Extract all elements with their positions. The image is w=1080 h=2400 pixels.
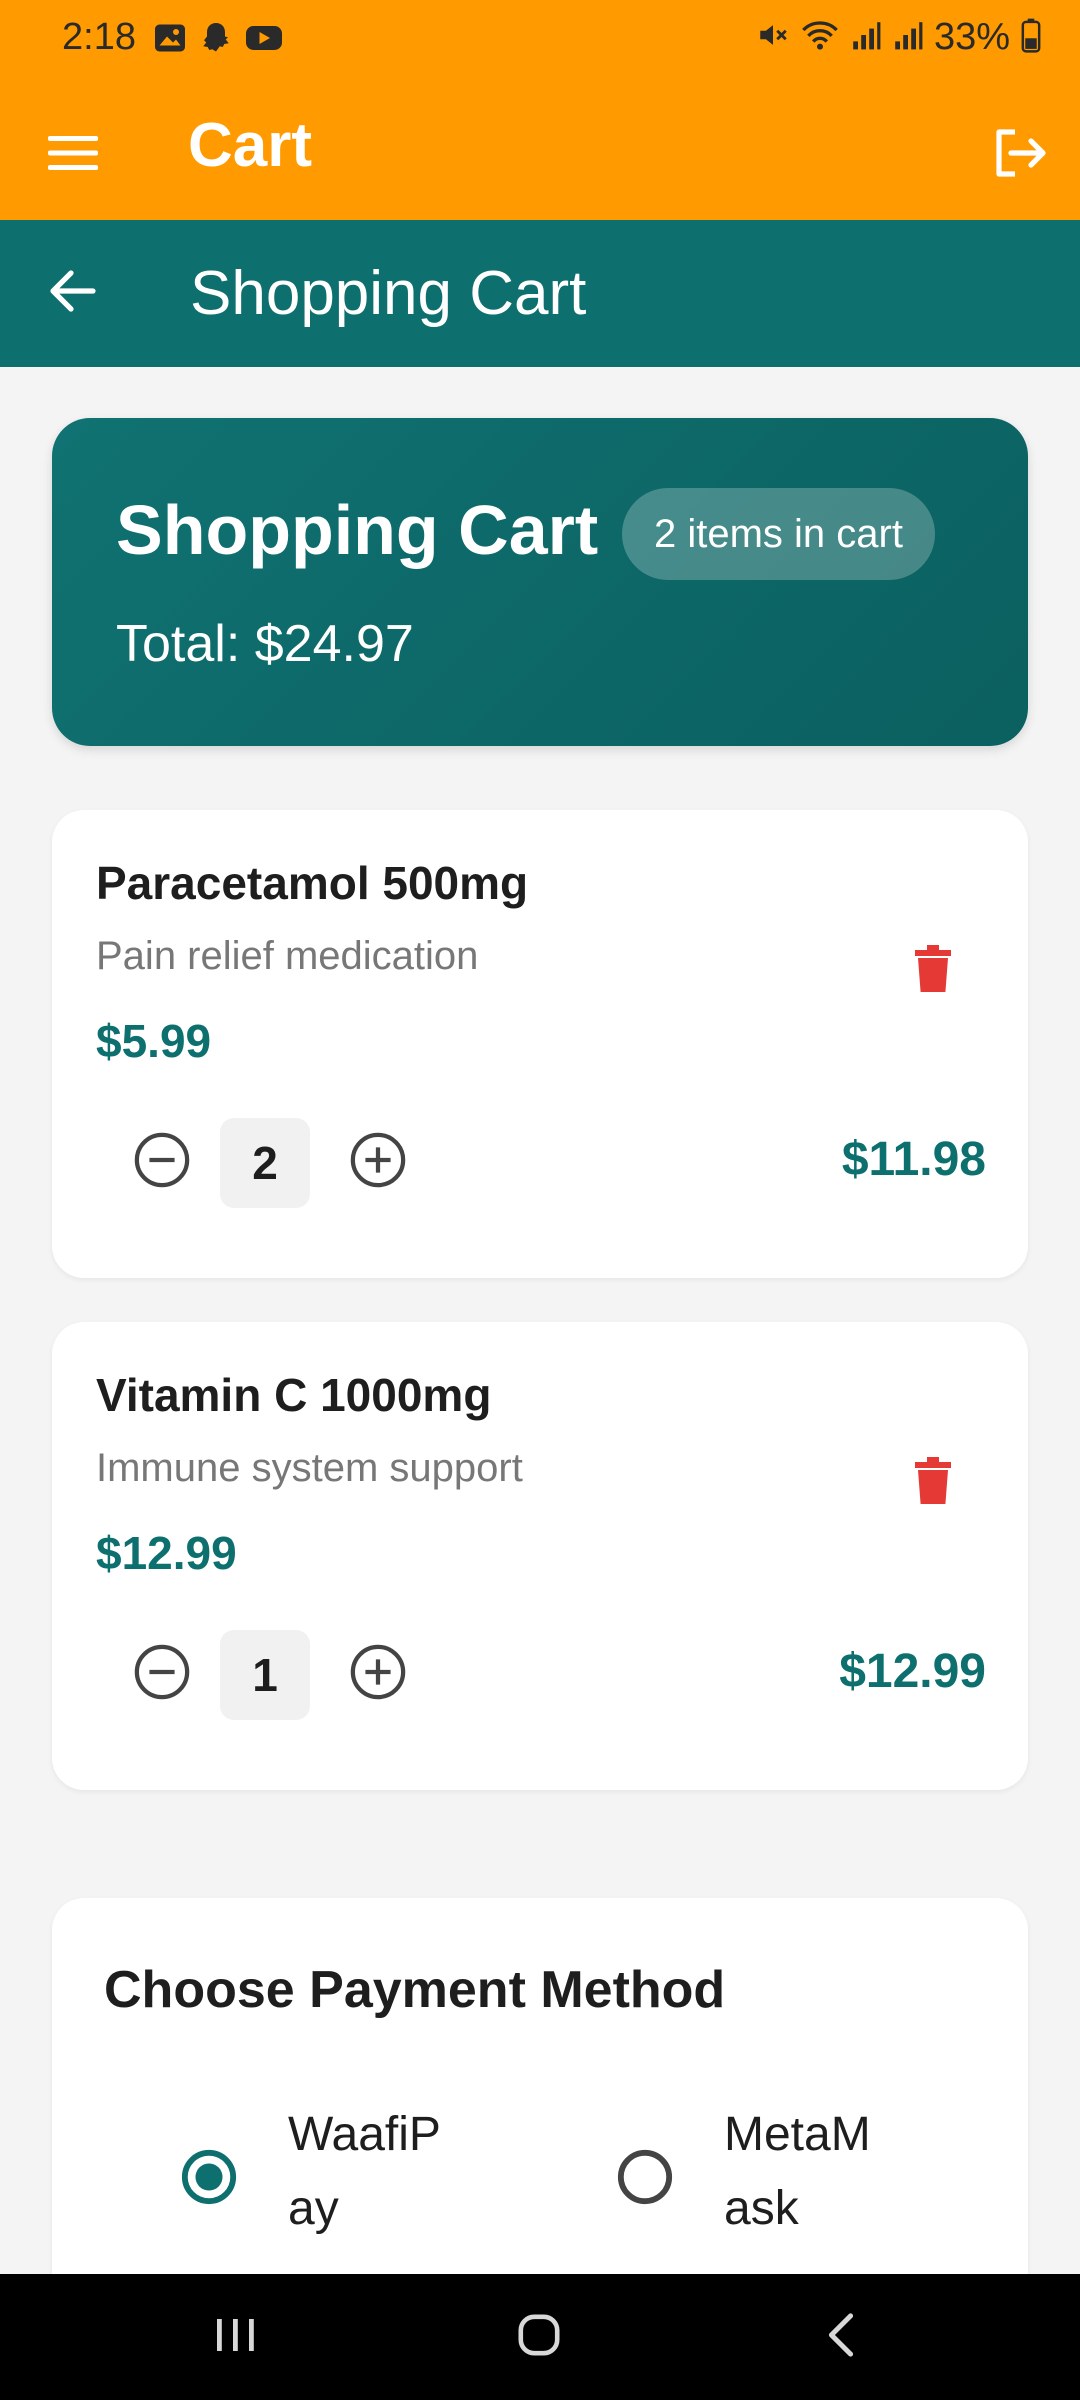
hamburger-menu-icon bbox=[48, 134, 98, 177]
payment-option-label: MetaMask bbox=[724, 2108, 871, 2235]
back-nav-button[interactable] bbox=[796, 2302, 886, 2372]
status-time: 2:18 bbox=[62, 16, 136, 58]
cart-item: Vitamin C 1000mg Immune system support $… bbox=[52, 1322, 1028, 1790]
decrease-quantity-button[interactable] bbox=[122, 1634, 202, 1714]
signal-icon bbox=[850, 18, 882, 57]
battery-percentage: 33% bbox=[933, 16, 1010, 58]
battery-charging-icon bbox=[1020, 17, 1042, 58]
item-subtotal: $11.98 bbox=[841, 1133, 986, 1186]
cart-item: Paracetamol 500mg Pain relief medication… bbox=[52, 810, 1028, 1278]
quantity-value: 2 bbox=[220, 1118, 310, 1208]
home-button[interactable] bbox=[494, 2302, 584, 2372]
signal-icon bbox=[892, 18, 924, 57]
app-bar: Cart bbox=[0, 80, 1080, 220]
logout-button[interactable] bbox=[978, 112, 1064, 198]
app-title: Cart bbox=[188, 111, 313, 180]
item-subtotal: $12.99 bbox=[839, 1645, 986, 1698]
chevron-left-icon bbox=[823, 2312, 859, 2363]
decrease-quantity-button[interactable] bbox=[122, 1122, 202, 1202]
summary-title: Shopping Cart bbox=[116, 491, 599, 569]
item-name: Vitamin C 1000mg bbox=[96, 1369, 492, 1421]
menu-button[interactable] bbox=[30, 112, 116, 198]
youtube-icon bbox=[244, 20, 284, 61]
quantity-value: 1 bbox=[220, 1630, 310, 1720]
payment-option-waafipay[interactable]: WaafiPay bbox=[172, 2098, 532, 2258]
minus-circle-icon bbox=[133, 1643, 191, 1706]
cart-total: Total: $24.97 bbox=[116, 615, 414, 673]
item-unit-price: $5.99 bbox=[96, 1015, 212, 1067]
trash-icon bbox=[913, 944, 953, 999]
radio-button-selected[interactable] bbox=[172, 2140, 246, 2214]
wifi-icon bbox=[800, 18, 840, 57]
snapchat-icon bbox=[198, 20, 234, 61]
payment-option-label: WaafiPay bbox=[288, 2108, 441, 2235]
status-right: 33% bbox=[756, 16, 1042, 59]
increase-quantity-button[interactable] bbox=[338, 1634, 418, 1714]
back-button[interactable] bbox=[30, 250, 116, 336]
radio-button-unselected[interactable] bbox=[608, 2140, 682, 2214]
notification-icons bbox=[152, 20, 284, 61]
page-header: Shopping Cart bbox=[0, 220, 1080, 367]
cart-summary-card: Shopping Cart 2 items in cart Total: $24… bbox=[52, 418, 1028, 746]
gallery-icon bbox=[152, 20, 188, 61]
status-bar: 2:18 33% bbox=[0, 0, 1080, 80]
trash-icon bbox=[913, 1456, 953, 1511]
increase-quantity-button[interactable] bbox=[338, 1122, 418, 1202]
item-count-badge: 2 items in cart bbox=[622, 488, 935, 580]
system-navigation-bar bbox=[0, 2274, 1080, 2400]
home-icon bbox=[516, 2312, 562, 2363]
mute-icon bbox=[756, 18, 790, 57]
app-header: 2:18 33% Cart bbox=[0, 0, 1080, 220]
item-name: Paracetamol 500mg bbox=[96, 857, 529, 909]
recent-apps-icon bbox=[213, 2315, 257, 2360]
delete-item-button[interactable] bbox=[890, 928, 976, 1014]
item-description: Immune system support bbox=[96, 1446, 523, 1490]
plus-circle-icon bbox=[349, 1131, 407, 1194]
logout-icon bbox=[993, 128, 1049, 183]
recent-apps-button[interactable] bbox=[190, 2302, 280, 2372]
arrow-back-icon bbox=[49, 269, 97, 318]
item-unit-price: $12.99 bbox=[96, 1527, 237, 1579]
plus-circle-icon bbox=[349, 1643, 407, 1706]
payment-option-metamask[interactable]: MetaMask bbox=[608, 2098, 968, 2258]
payment-title: Choose Payment Method bbox=[104, 1961, 726, 2019]
page-title: Shopping Cart bbox=[190, 259, 587, 328]
delete-item-button[interactable] bbox=[890, 1440, 976, 1526]
item-description: Pain relief medication bbox=[96, 934, 479, 978]
minus-circle-icon bbox=[133, 1131, 191, 1194]
